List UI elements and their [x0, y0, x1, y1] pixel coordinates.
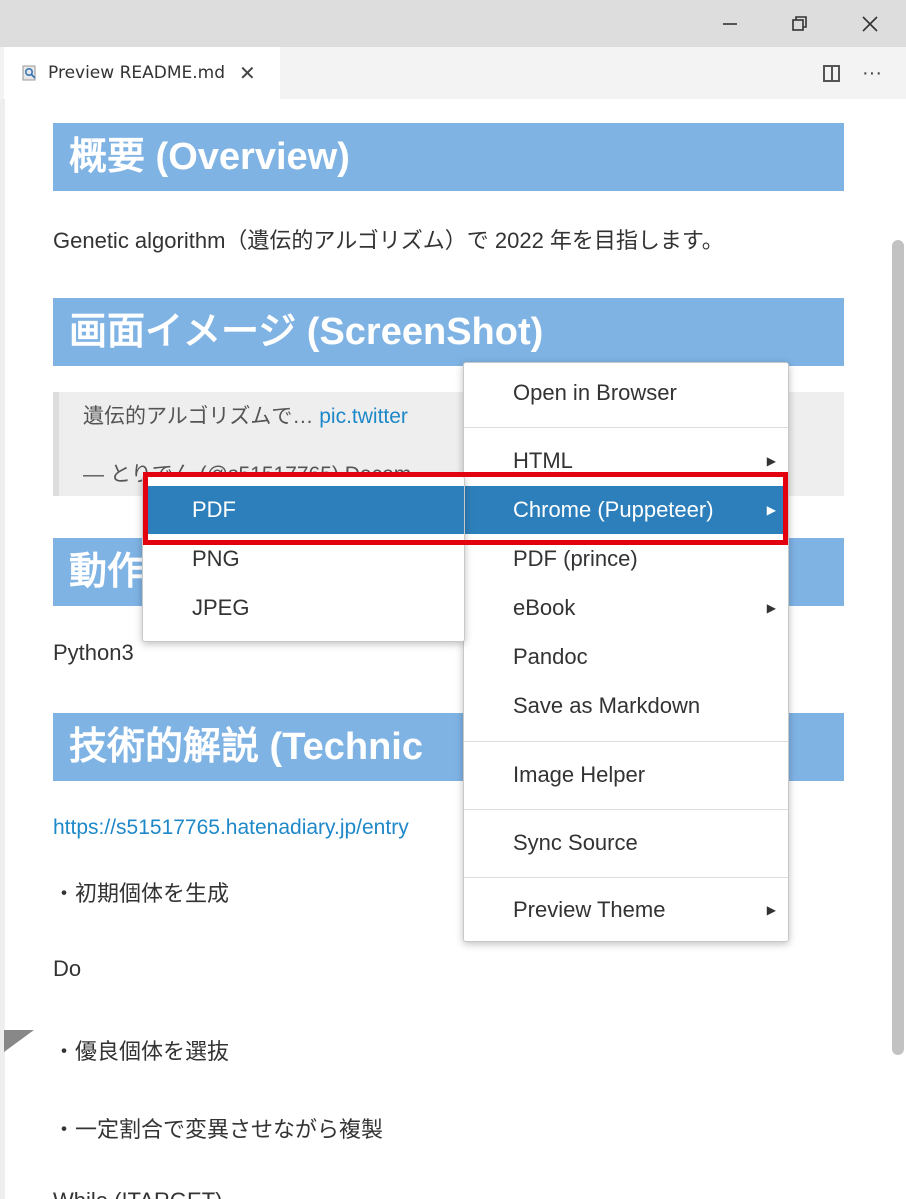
tweet-link[interactable]: pic.twitter [319, 405, 408, 428]
tab-label: Preview README.md [48, 63, 226, 83]
fold-triangle-icon [4, 1030, 34, 1052]
menu-item-open-in-browser[interactable]: Open in Browser [464, 369, 788, 417]
menu-item-label: Pandoc [513, 644, 588, 669]
submenu-arrow-icon: ▶ [766, 454, 776, 468]
tab-close-icon[interactable]: ✕ [239, 61, 256, 86]
submenu-item-label: PNG [192, 546, 240, 571]
menu-item-save-as-markdown[interactable]: Save as Markdown [464, 682, 788, 730]
submenu-item-jpeg[interactable]: JPEG [143, 584, 464, 632]
restore-icon[interactable] [770, 0, 830, 47]
menu-item-label: eBook [513, 595, 576, 620]
menu-item-label: Sync Source [513, 830, 638, 855]
close-icon[interactable] [840, 0, 900, 47]
step-copy: ・一定割合で変異させながら複製 [53, 1117, 384, 1142]
submenu-item-label: PDF [192, 497, 236, 522]
menu-separator [464, 741, 788, 742]
minimize-icon[interactable] [700, 0, 760, 47]
step-do: Do [53, 956, 82, 981]
menu-item-label: Open in Browser [513, 380, 677, 405]
submenu-arrow-icon: ▶ [766, 503, 776, 517]
menu-item-ebook[interactable]: eBook ▶ [464, 584, 788, 632]
heading-overview: 概要 (Overview) [53, 123, 844, 191]
blog-link[interactable]: https://s51517765.hatenadiary.jp/entry [53, 816, 409, 840]
menu-separator [464, 427, 788, 428]
menu-item-pdf-prince[interactable]: PDF (prince) [464, 535, 788, 583]
submenu-arrow-icon: ▶ [766, 903, 776, 917]
submenu-item-label: JPEG [192, 595, 250, 620]
more-actions-icon[interactable]: ··· [862, 62, 882, 85]
paragraph-python: Python3 [53, 640, 134, 665]
tab-preview-readme[interactable]: Preview README.md ✕ [4, 47, 280, 99]
context-menu: Open in Browser HTML ▶ Chrome (Puppeteer)… [463, 362, 789, 942]
editor-actions: ··· [823, 47, 882, 99]
vertical-scrollbar[interactable] [892, 240, 904, 1055]
submenu-arrow-icon: ▶ [766, 601, 776, 615]
menu-item-image-helper[interactable]: Image Helper [464, 751, 788, 799]
step-select: ・優良個体を選抜 [53, 1039, 230, 1064]
export-submenu: PDF PNG JPEG [142, 476, 465, 642]
menu-item-html[interactable]: HTML ▶ [464, 437, 788, 485]
title-bar [0, 0, 906, 47]
menu-item-label: Chrome (Puppeteer) [513, 497, 714, 522]
quote-text: 遺伝的アルゴリズムで… [83, 405, 320, 428]
menu-item-label: Preview Theme [513, 897, 666, 922]
menu-item-preview-theme[interactable]: Preview Theme ▶ [464, 886, 788, 934]
heading-screenshot: 画面イメージ (ScreenShot) [53, 298, 844, 366]
submenu-item-png[interactable]: PNG [143, 535, 464, 583]
step-init: ・初期個体を生成 [53, 881, 230, 906]
menu-separator [464, 877, 788, 878]
menu-item-chrome-puppeteer[interactable]: Chrome (Puppeteer) ▶ [464, 486, 788, 534]
preview-icon [22, 65, 38, 81]
menu-item-label: HTML [513, 448, 573, 473]
submenu-item-pdf[interactable]: PDF [143, 486, 464, 534]
quote-line-1: 遺伝的アルゴリズムで… pic.twitter [83, 400, 408, 430]
menu-item-label: Save as Markdown [513, 693, 701, 718]
menu-item-pandoc[interactable]: Pandoc [464, 633, 788, 681]
menu-item-label: Image Helper [513, 762, 646, 787]
split-editor-icon[interactable] [823, 64, 841, 82]
tab-bar: Preview README.md ✕ [0, 47, 906, 99]
paragraph-overview: Genetic algorithm（遺伝的アルゴリズム）で 2022 年を目指し… [53, 228, 724, 253]
menu-separator [464, 809, 788, 810]
menu-item-sync-source[interactable]: Sync Source [464, 819, 788, 867]
step-while: While (!TARGET) [53, 1188, 222, 1199]
menu-item-label: PDF (prince) [513, 546, 638, 571]
